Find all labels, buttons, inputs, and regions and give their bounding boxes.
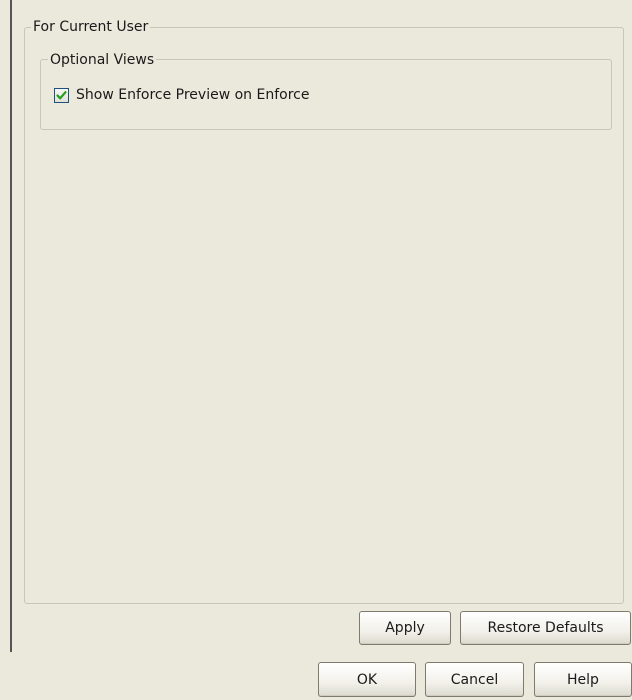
- show-enforce-preview-option[interactable]: Show Enforce Preview on Enforce: [54, 86, 309, 104]
- show-enforce-preview-checkbox[interactable]: [54, 87, 69, 103]
- show-enforce-preview-label: Show Enforce Preview on Enforce: [76, 87, 310, 103]
- ok-button[interactable]: OK: [318, 662, 416, 697]
- optional-views-title: Optional Views: [48, 51, 157, 69]
- apply-button[interactable]: Apply: [359, 611, 451, 645]
- restore-defaults-button[interactable]: Restore Defaults: [460, 611, 631, 645]
- preferences-panel: For Current User Optional Views Show Enf…: [10, 0, 632, 652]
- for-current-user-title: For Current User: [31, 18, 151, 36]
- help-button[interactable]: Help: [534, 662, 632, 697]
- cancel-button[interactable]: Cancel: [425, 662, 524, 697]
- checkmark-icon: [56, 90, 67, 99]
